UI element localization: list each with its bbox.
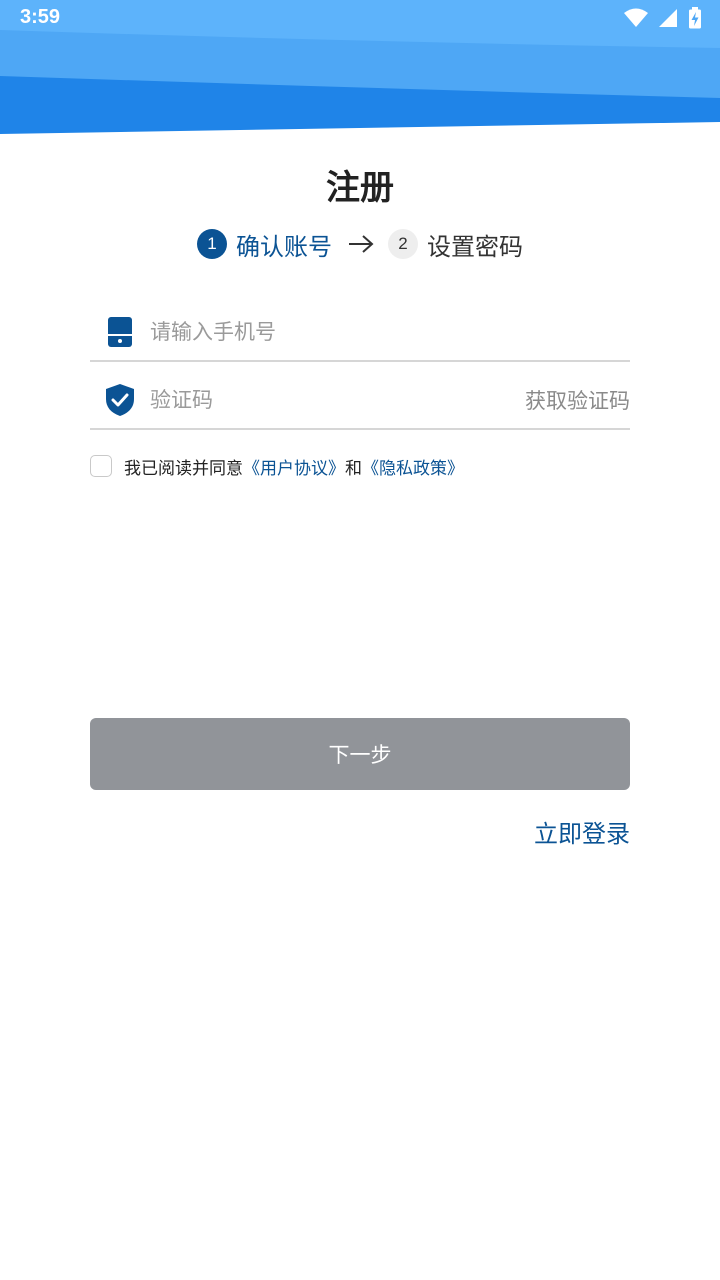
agreement-conjunction: 和 <box>345 458 362 479</box>
agreement-row: 我已阅读并同意 《用户协议》 和 《隐私政策》 <box>90 452 464 480</box>
verification-code-input[interactable] <box>148 387 525 413</box>
phone-field <box>90 304 630 362</box>
step-2-label: 设置密码 <box>427 232 523 261</box>
shield-check-icon <box>102 382 138 418</box>
privacy-policy-link[interactable]: 《隐私政策》 <box>362 454 464 479</box>
arrow-right-icon <box>348 234 374 254</box>
agreement-checkbox[interactable] <box>90 455 112 477</box>
step-2-number: 2 <box>388 229 418 259</box>
step-1-number: 1 <box>197 229 227 259</box>
status-bar: 3:59 <box>0 0 720 36</box>
status-time: 3:59 <box>20 6 61 28</box>
status-icons <box>624 7 702 29</box>
user-agreement-link[interactable]: 《用户协议》 <box>243 454 345 479</box>
verification-code-field: 获取验证码 <box>90 372 630 430</box>
phone-input[interactable] <box>148 319 630 345</box>
get-code-button[interactable]: 获取验证码 <box>525 385 630 415</box>
wifi-icon <box>624 8 648 27</box>
signal-icon <box>659 9 677 27</box>
agreement-prefix: 我已阅读并同意 <box>124 458 243 479</box>
step-indicator: 1 确认账号 2 设置密码 <box>0 226 720 262</box>
phone-icon <box>102 314 138 350</box>
page-title: 注册 <box>326 168 394 208</box>
step-1-label: 确认账号 <box>236 232 332 261</box>
battery-charging-icon <box>689 7 701 29</box>
next-step-button[interactable]: 下一步 <box>90 718 630 790</box>
login-now-link[interactable]: 立即登录 <box>534 814 630 849</box>
